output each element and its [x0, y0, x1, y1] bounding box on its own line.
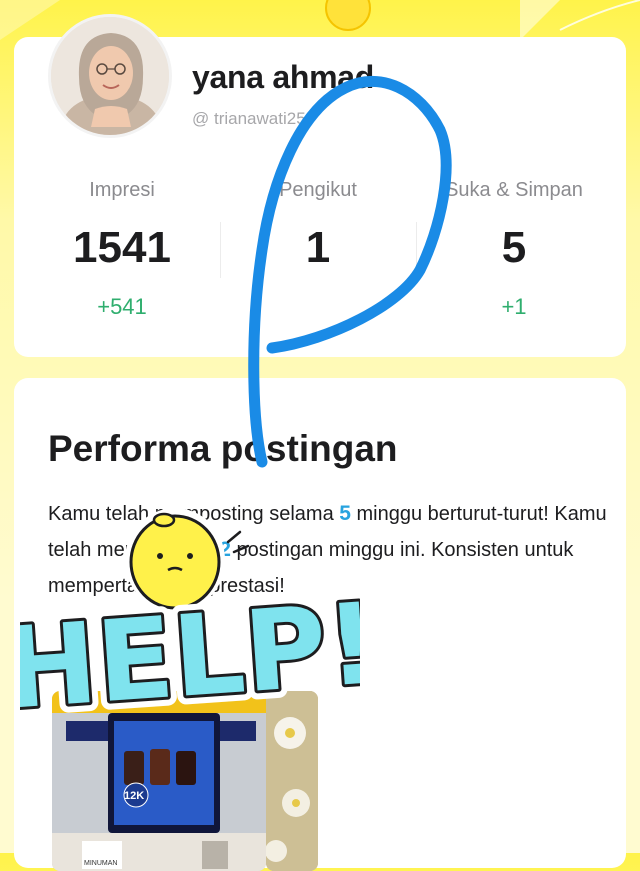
sticker-text: HELP! — [20, 579, 360, 730]
stat-value: 1 — [305, 223, 331, 272]
stat-followers: Pengikut 1 — [218, 179, 418, 294]
stat-delta: +541 — [97, 294, 147, 319]
stat-label: Pengikut — [279, 179, 357, 201]
thumb-price-tag: 12K — [124, 790, 144, 802]
stat-delta: +1 — [501, 294, 527, 319]
profile-handle: @ trianawati25 — [192, 109, 306, 128]
profile-card: yana ahmad @ trianawati25 Impresi 1541 +… — [14, 14, 626, 357]
stat-value: 1541 — [73, 223, 171, 272]
stat-likes-saves: Suka & Simpan 5 +1 — [414, 179, 614, 320]
avatar[interactable] — [48, 14, 172, 138]
stat-label: Suka & Simpan — [445, 179, 583, 201]
profile-name: yana ahmad — [192, 59, 374, 95]
thumb-sign-text: MINUMAN — [84, 860, 117, 867]
stat-value: 5 — [501, 223, 527, 272]
stat-impressions: Impresi 1541 +541 — [22, 179, 222, 320]
help-sticker: HELP! HELP! — [20, 508, 360, 730]
performance-title: Performa postingan — [48, 428, 398, 469]
stat-label: Impresi — [89, 179, 155, 201]
user-avatar-icon — [51, 17, 169, 135]
